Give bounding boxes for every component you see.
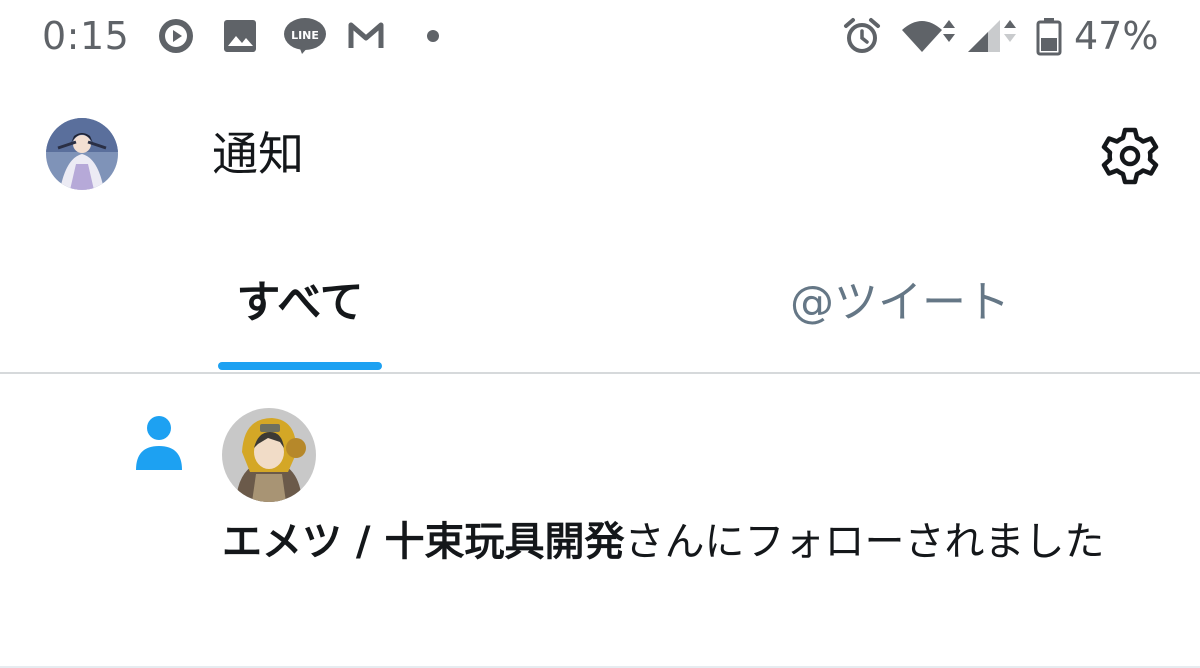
profile-avatar-button[interactable] — [46, 118, 118, 190]
alarm-icon — [844, 18, 880, 53]
tab-mentions-label: @ツイート — [790, 277, 1010, 328]
follower-avatar[interactable] — [222, 408, 316, 502]
follower-name[interactable]: エメツ / 十束玩具開発 — [222, 519, 624, 565]
wifi-icon — [902, 20, 955, 52]
line-app-icon: LINE — [284, 18, 326, 54]
settings-button[interactable] — [1094, 120, 1166, 192]
tab-all[interactable]: すべて — [0, 240, 600, 372]
battery-icon — [1036, 18, 1062, 56]
gmail-icon — [348, 22, 384, 48]
selected-tab-indicator — [218, 362, 382, 370]
page-title: 通知 — [212, 127, 304, 181]
tab-mentions[interactable]: @ツイート — [600, 240, 1200, 372]
profile-avatar — [46, 118, 118, 190]
battery-percent: 47% — [1074, 14, 1159, 58]
more-notifications-dot — [427, 30, 439, 42]
person-icon — [136, 416, 182, 470]
gear-icon — [1101, 127, 1159, 185]
image-icon — [224, 20, 256, 52]
status-time: 0:15 — [42, 14, 130, 58]
app-header: 通知 — [0, 80, 1200, 230]
play-circle-icon — [159, 19, 193, 53]
notification-item[interactable]: エメツ / 十束玩具開発さんにフォローされました — [0, 374, 1200, 668]
notification-text: エメツ / 十束玩具開発さんにフォローされました — [222, 516, 1172, 568]
status-bar: 0:15 LINE 47% — [0, 0, 1200, 72]
tab-all-label: すべて — [236, 277, 364, 328]
follower-avatar-image — [222, 408, 316, 502]
notification-message: さんにフォローされました — [624, 519, 1105, 565]
notification-tabs: すべて @ツイート — [0, 240, 1200, 374]
line-badge-text: LINE — [291, 29, 319, 42]
cell-signal-icon — [968, 20, 1016, 52]
screen: 0:15 LINE 47% 通知 すべて @ツイート エメツ / 十束玩具開発さ… — [0, 0, 1200, 668]
